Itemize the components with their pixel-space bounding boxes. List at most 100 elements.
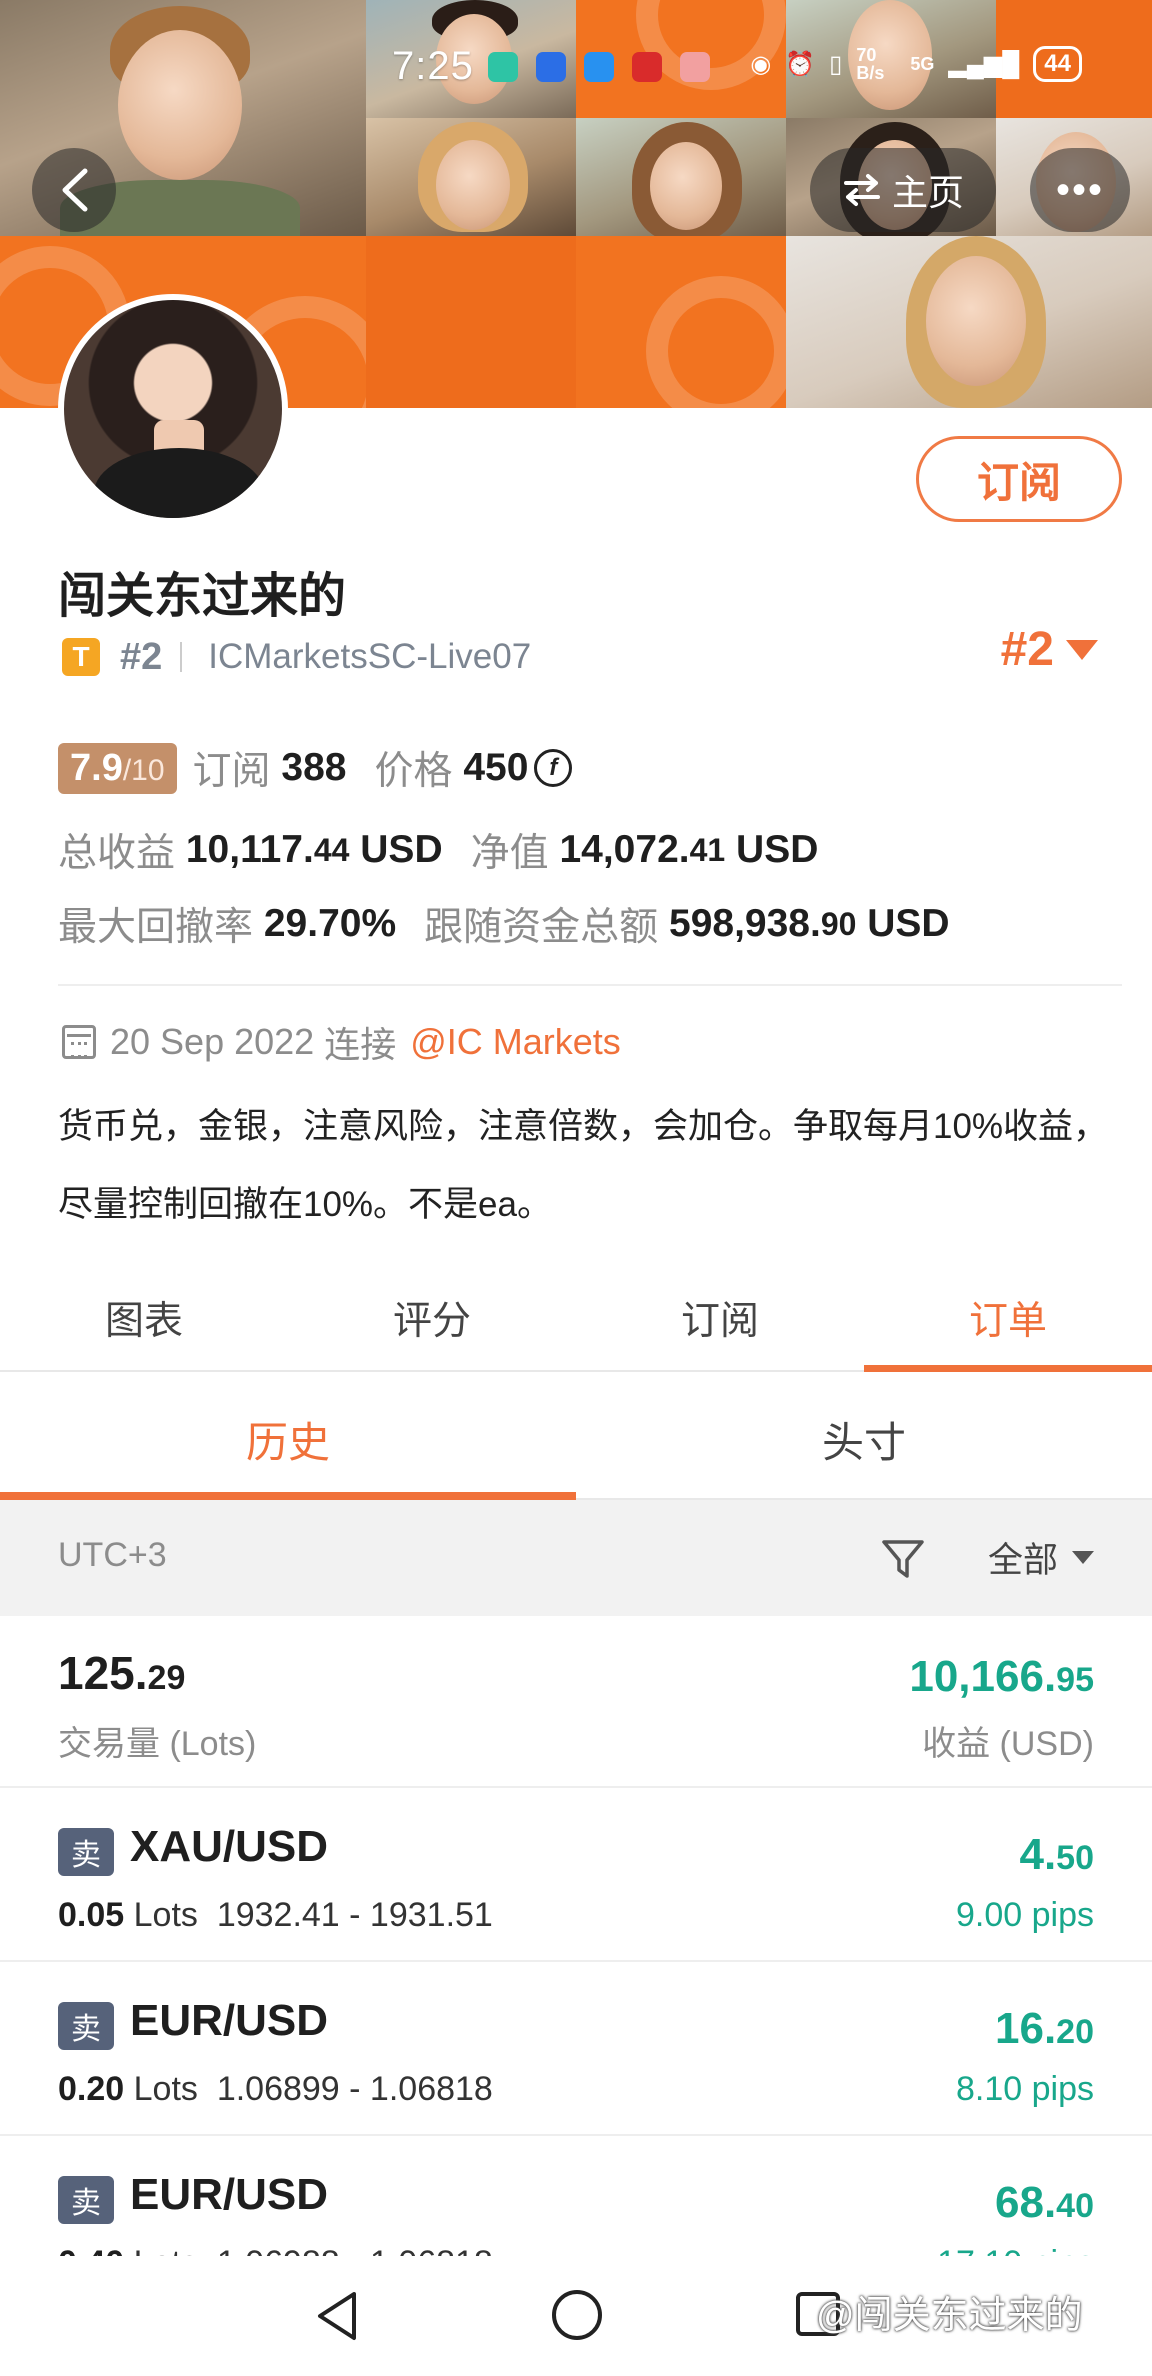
sell-badge: 卖	[58, 2002, 114, 2050]
rank-dropdown[interactable]: #2	[1001, 622, 1098, 677]
caret-down-icon	[1072, 1551, 1094, 1564]
avatar[interactable]	[58, 294, 288, 524]
subtab-history[interactable]: 历史	[0, 1380, 576, 1500]
trade-pnl: 4.50	[1019, 1830, 1094, 1879]
tab-subscribe[interactable]: 订阅	[576, 1266, 864, 1370]
coin-icon: f	[534, 749, 573, 787]
network-type: 5G	[910, 53, 935, 74]
summary-profit-value: 10,166.95	[909, 1652, 1094, 1701]
trade-pips: 8.10 pips	[956, 2070, 1094, 2108]
server-name: ICMarketsSC-Live07	[208, 637, 532, 676]
vibrate-icon: ▯	[829, 50, 843, 78]
chevron-left-icon	[62, 168, 88, 212]
timezone-label: UTC+3	[58, 1536, 167, 1574]
follow-funds-dec: 90	[820, 905, 857, 942]
more-button[interactable]: •••	[1030, 148, 1130, 232]
stats-row-3: 最大回撤率 29.70% 跟随资金总额 598,938. 90 USD	[58, 896, 950, 952]
rank-big-label: #2	[1000, 623, 1054, 676]
score-value: 7.9	[70, 746, 123, 789]
trade-pnl: 68.40	[995, 2178, 1094, 2227]
status-right-group: ◉ ⏰ ▯ 70 B/s 5G ▂▄▆█ 44	[750, 46, 1082, 82]
sell-badge: 卖	[58, 2176, 114, 2224]
list-item[interactable]: 卖 XAU/USD 0.05 Lots 1932.41 - 1931.51 4.…	[0, 1788, 1152, 1962]
equity-int: 14,072.	[559, 828, 690, 871]
banner-photo-woman	[366, 118, 576, 236]
message-app-icon	[584, 52, 614, 82]
filter-icon[interactable]	[880, 1536, 926, 1582]
summary-profit-label: 收益 (USD)	[922, 1725, 1094, 1763]
trade-pair: EUR/USD	[130, 1996, 329, 2045]
order-subtabs: 历史 头寸	[0, 1380, 1152, 1500]
volume-value: 125.29	[58, 1647, 186, 1699]
shield-app-icon	[488, 52, 518, 82]
section-divider	[58, 984, 1122, 986]
eye-icon: ◉	[750, 50, 772, 78]
filter-bar: UTC+3 全部	[0, 1500, 1152, 1616]
connection-row: 20 Sep 2022 连接 @IC Markets	[62, 1016, 621, 1068]
scope-select-label: 全部	[987, 1541, 1058, 1580]
scope-select[interactable]: 全部	[988, 1532, 1094, 1583]
trade-pips: 9.00 pips	[956, 1896, 1094, 1934]
total-profit-dec: 44	[313, 831, 350, 868]
total-profit-int: 10,117.	[185, 828, 314, 871]
gift-app-icon	[680, 52, 710, 82]
caret-down-icon	[1066, 639, 1098, 660]
calendar-icon	[62, 1025, 96, 1059]
volume-label: 交易量 (Lots)	[58, 1725, 257, 1763]
subscribe-button[interactable]: 订阅	[916, 436, 1122, 522]
score-badge: 7.9/10	[58, 742, 177, 794]
connect-label: 连接	[324, 1024, 397, 1065]
subscribers-label: 订阅	[192, 750, 271, 793]
max-drawdown-value: 29.70%	[263, 902, 397, 945]
system-navigation-bar: @闯关东过来的	[0, 2256, 1152, 2376]
price-label: 价格	[374, 750, 453, 793]
rank-small: #2	[120, 635, 163, 678]
main-tabs: 图表 评分 订阅 订单	[0, 1266, 1152, 1372]
follow-funds-label: 跟随资金总额	[424, 906, 659, 949]
broker-link[interactable]: @IC Markets	[410, 1021, 621, 1063]
list-item[interactable]: 卖 EUR/USD 0.20 Lots 1.06899 - 1.06818 16…	[0, 1962, 1152, 2136]
bank-app-icon	[632, 52, 662, 82]
back-button[interactable]	[32, 148, 116, 232]
page-title: 闯关东过来的	[58, 570, 347, 623]
trade-pnl: 16.20	[995, 2004, 1094, 2053]
watermark: @闯关东过来的	[816, 2295, 1083, 2337]
nav-home-icon[interactable]	[552, 2290, 602, 2340]
equity-dec: 41	[689, 831, 726, 868]
history-summary: 125.29 交易量 (Lots) 10,166.95 收益 (USD)	[0, 1616, 1152, 1788]
subtab-positions[interactable]: 头寸	[576, 1380, 1152, 1498]
follow-funds-unit: USD	[867, 902, 950, 945]
strategy-description: 货币兑，金银，注意风险，注意倍数，会加仓。争取每月10%收益，尽量控制回撤在10…	[58, 1107, 1109, 1224]
max-drawdown-label: 最大回撤率	[58, 906, 254, 949]
tab-chart[interactable]: 图表	[0, 1266, 288, 1370]
connect-date: 20 Sep 2022	[110, 1021, 315, 1062]
profile-meta-row: T #2 ICMarketsSC-Live07	[62, 632, 531, 682]
price-value: 450	[463, 746, 529, 789]
trade-pair: XAU/USD	[130, 1822, 329, 1871]
follow-funds-int: 598,938.	[669, 902, 821, 945]
tab-orders[interactable]: 订单	[864, 1266, 1152, 1372]
more-dots-icon: •••	[1055, 167, 1104, 212]
trade-pair: EUR/USD	[130, 2170, 329, 2219]
subscribers-value: 388	[281, 746, 347, 789]
total-profit-label: 总收益	[58, 832, 176, 875]
score-max: /10	[122, 753, 165, 787]
nav-back-icon[interactable]	[314, 2290, 360, 2342]
sell-badge: 卖	[58, 1828, 114, 1876]
trade-details: 0.05 Lots 1932.41 - 1931.51	[58, 1896, 493, 1934]
equity-unit: USD	[736, 828, 819, 871]
tab-rating[interactable]: 评分	[288, 1266, 576, 1370]
stats-row-2: 总收益 10,117. 44 USD 净值 14,072. 41 USD	[58, 822, 818, 878]
divider	[180, 642, 183, 672]
equity-label: 净值	[470, 832, 549, 875]
banner-photo-woman-2	[576, 118, 786, 236]
banner-orange-tile-4	[366, 236, 576, 408]
trade-details: 0.20 Lots 1.06899 - 1.06818	[58, 2070, 493, 2108]
home-button[interactable]: 主页	[810, 148, 996, 232]
app-icon	[536, 52, 566, 82]
battery-indicator: 44	[1033, 46, 1082, 82]
banner-photo-woman-4	[786, 236, 1152, 408]
net-speed: 70 B/s	[856, 45, 885, 83]
stats-row-1: 7.9/10 订阅 388 价格 450 f	[58, 740, 573, 796]
home-label: 主页	[891, 172, 964, 213]
